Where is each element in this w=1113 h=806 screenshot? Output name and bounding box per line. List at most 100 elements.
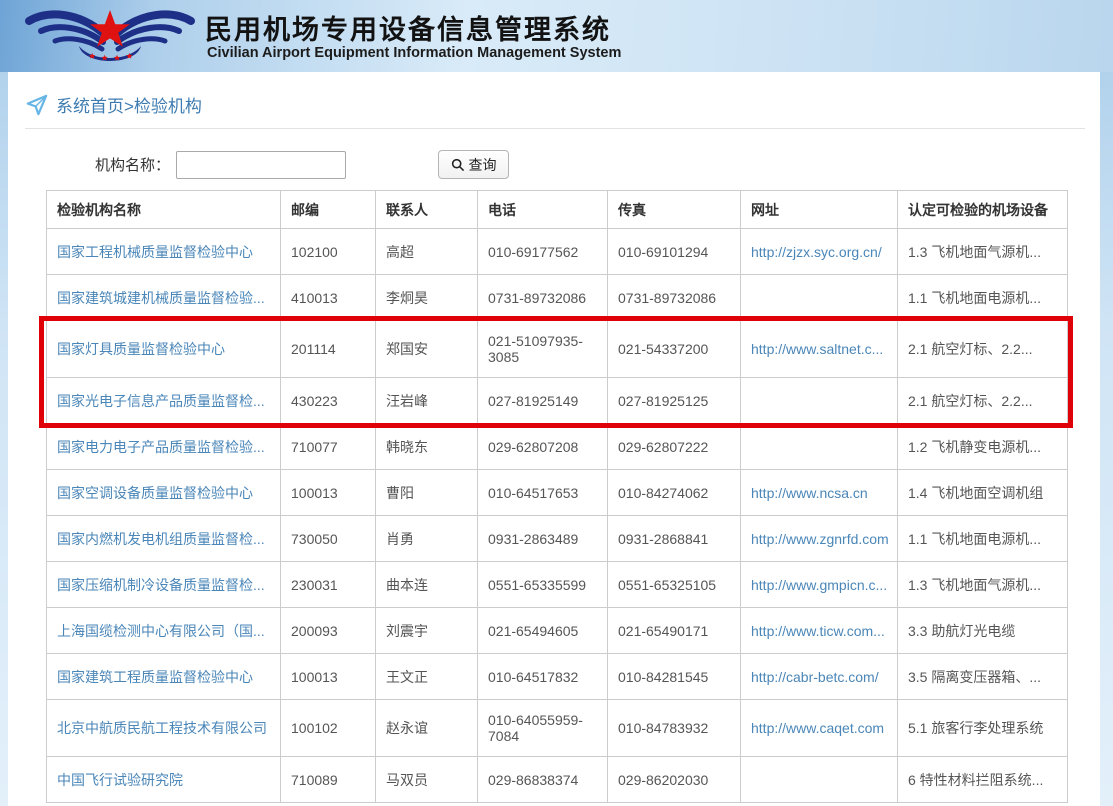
agency-name-link[interactable]: 国家灯具质量监督检验中心 <box>57 341 225 357</box>
equipment-cell: 1.1 飞机地面电源机... <box>898 275 1068 321</box>
phone-cell: 010-64055959-7084 <box>478 700 608 757</box>
agency-name-link[interactable]: 国家工程机械质量监督检验中心 <box>57 244 253 260</box>
fax-cell: 010-84783932 <box>608 700 741 757</box>
breadcrumb: 系统首页>检验机构 <box>26 92 202 117</box>
magnifier-icon <box>451 158 465 172</box>
phone-cell: 029-62807208 <box>478 424 608 470</box>
col-header-zip: 邮编 <box>281 191 376 229</box>
app-header-banner: 民用机场专用设备信息管理系统 Civilian Airport Equipmen… <box>0 0 1113 72</box>
agency-url-link[interactable]: http://www.gmpicn.c... <box>751 577 887 593</box>
fax-cell: 029-62807222 <box>608 424 741 470</box>
zip-cell: 230031 <box>281 562 376 608</box>
app-title-zh: 民用机场专用设备信息管理系统 <box>205 8 611 47</box>
phone-cell: 021-51097935-3085 <box>478 321 608 378</box>
zip-cell: 100102 <box>281 700 376 757</box>
equipment-cell: 3.5 隔离变压器箱、... <box>898 654 1068 700</box>
agency-name-link[interactable]: 中国飞行试验研究院 <box>57 772 183 788</box>
zip-cell: 710077 <box>281 424 376 470</box>
table-row: 国家内燃机发电机组质量监督检... 730050 肖勇 0931-2863489… <box>47 516 1068 562</box>
contact-cell: 王文正 <box>376 654 478 700</box>
col-header-contact: 联系人 <box>376 191 478 229</box>
phone-cell: 010-69177562 <box>478 229 608 275</box>
contact-cell: 肖勇 <box>376 516 478 562</box>
agency-name-input[interactable] <box>176 151 346 179</box>
zip-cell: 710089 <box>281 757 376 803</box>
phone-cell: 010-64517653 <box>478 470 608 516</box>
agency-url-link[interactable]: http://www.ticw.com... <box>751 623 885 639</box>
query-button[interactable]: 查询 <box>438 150 509 179</box>
agencies-table: 检验机构名称 邮编 联系人 电话 传真 网址 认定可检验的机场设备 国家工程机械… <box>46 190 1068 803</box>
table-row: 国家压缩机制冷设备质量监督检... 230031 曲本连 0551-653355… <box>47 562 1068 608</box>
col-header-phone: 电话 <box>478 191 608 229</box>
equipment-cell: 1.4 飞机地面空调机组 <box>898 470 1068 516</box>
fax-cell: 027-81925125 <box>608 378 741 424</box>
agency-url-link[interactable]: http://cabr-betc.com/ <box>751 669 879 685</box>
agency-name-link[interactable]: 国家建筑城建机械质量监督检验... <box>57 290 265 306</box>
phone-cell: 0931-2863489 <box>478 516 608 562</box>
fax-cell: 0931-2868841 <box>608 516 741 562</box>
agency-name-link[interactable]: 国家电力电子产品质量监督检验... <box>57 439 265 455</box>
contact-cell: 李炯昊 <box>376 275 478 321</box>
agency-name-link[interactable]: 国家空调设备质量监督检验中心 <box>57 485 253 501</box>
contact-cell: 刘震宇 <box>376 608 478 654</box>
equipment-cell: 3.3 助航灯光电缆 <box>898 608 1068 654</box>
col-header-url: 网址 <box>741 191 898 229</box>
phone-cell: 029-86838374 <box>478 757 608 803</box>
equipment-cell: 1.2 飞机静变电源机... <box>898 424 1068 470</box>
contact-cell: 曹阳 <box>376 470 478 516</box>
page: 民用机场专用设备信息管理系统 Civilian Airport Equipmen… <box>0 0 1113 806</box>
send-paper-plane-icon <box>26 94 48 116</box>
table-row: 中国飞行试验研究院 710089 马双员 029-86838374 029-86… <box>47 757 1068 803</box>
agency-url-link[interactable]: http://www.saltnet.c... <box>751 341 883 357</box>
table-row: 国家电力电子产品质量监督检验... 710077 韩晓东 029-6280720… <box>47 424 1068 470</box>
fax-cell: 010-69101294 <box>608 229 741 275</box>
agency-url-link[interactable]: http://www.ncsa.cn <box>751 485 868 501</box>
agency-name-link[interactable]: 国家建筑工程质量监督检验中心 <box>57 669 253 685</box>
contact-cell: 韩晓东 <box>376 424 478 470</box>
table-row: 北京中航质民航工程技术有限公司 100102 赵永谊 010-64055959-… <box>47 700 1068 757</box>
phone-cell: 010-64517832 <box>478 654 608 700</box>
table-row: 上海国缆检测中心有限公司（国... 200093 刘震宇 021-6549460… <box>47 608 1068 654</box>
phone-cell: 021-65494605 <box>478 608 608 654</box>
zip-cell: 410013 <box>281 275 376 321</box>
zip-cell: 430223 <box>281 378 376 424</box>
equipment-cell: 2.1 航空灯标、2.2... <box>898 378 1068 424</box>
table-row: 国家建筑工程质量监督检验中心 100013 王文正 010-64517832 0… <box>47 654 1068 700</box>
fax-cell: 010-84274062 <box>608 470 741 516</box>
agency-name-link[interactable]: 北京中航质民航工程技术有限公司 <box>57 720 267 736</box>
col-header-name: 检验机构名称 <box>47 191 281 229</box>
agency-name-link[interactable]: 国家内燃机发电机组质量监督检... <box>57 531 265 547</box>
agency-url-link[interactable]: http://www.caqet.com <box>751 720 884 736</box>
agency-url-link[interactable]: http://www.zgnrfd.com <box>751 531 889 547</box>
contact-cell: 高超 <box>376 229 478 275</box>
fax-cell: 029-86202030 <box>608 757 741 803</box>
contact-cell: 曲本连 <box>376 562 478 608</box>
breadcrumb-text[interactable]: 系统首页>检验机构 <box>56 92 202 117</box>
table-row-highlighted: 国家光电子信息产品质量监督检... 430223 汪岩峰 027-8192514… <box>47 378 1068 424</box>
equipment-cell: 1.3 飞机地面气源机... <box>898 562 1068 608</box>
table-row: 国家建筑城建机械质量监督检验... 410013 李炯昊 0731-897320… <box>47 275 1068 321</box>
table-row: 国家空调设备质量监督检验中心 100013 曹阳 010-64517653 01… <box>47 470 1068 516</box>
search-label: 机构名称： <box>95 154 170 175</box>
col-header-fax: 传真 <box>608 191 741 229</box>
table-row-highlighted: 国家灯具质量监督检验中心 201114 郑国安 021-51097935-308… <box>47 321 1068 378</box>
table-header-row: 检验机构名称 邮编 联系人 电话 传真 网址 认定可检验的机场设备 <box>47 191 1068 229</box>
phone-cell: 0551-65335599 <box>478 562 608 608</box>
agency-url-link[interactable]: http://zjzx.syc.org.cn/ <box>751 244 882 260</box>
agency-name-link[interactable]: 国家光电子信息产品质量监督检... <box>57 393 265 409</box>
fax-cell: 010-84281545 <box>608 654 741 700</box>
agency-name-link[interactable]: 上海国缆检测中心有限公司（国... <box>57 623 265 639</box>
equipment-cell: 1.1 飞机地面电源机... <box>898 516 1068 562</box>
breadcrumb-divider <box>25 128 1085 129</box>
equipment-cell: 6 特性材料拦阻系统... <box>898 757 1068 803</box>
agency-name-link[interactable]: 国家压缩机制冷设备质量监督检... <box>57 577 265 593</box>
fax-cell: 021-54337200 <box>608 321 741 378</box>
table-row: 国家工程机械质量监督检验中心 102100 高超 010-69177562 01… <box>47 229 1068 275</box>
contact-cell: 赵永谊 <box>376 700 478 757</box>
zip-cell: 201114 <box>281 321 376 378</box>
zip-cell: 100013 <box>281 654 376 700</box>
phone-cell: 0731-89732086 <box>478 275 608 321</box>
equipment-cell: 1.3 飞机地面气源机... <box>898 229 1068 275</box>
zip-cell: 200093 <box>281 608 376 654</box>
contact-cell: 郑国安 <box>376 321 478 378</box>
